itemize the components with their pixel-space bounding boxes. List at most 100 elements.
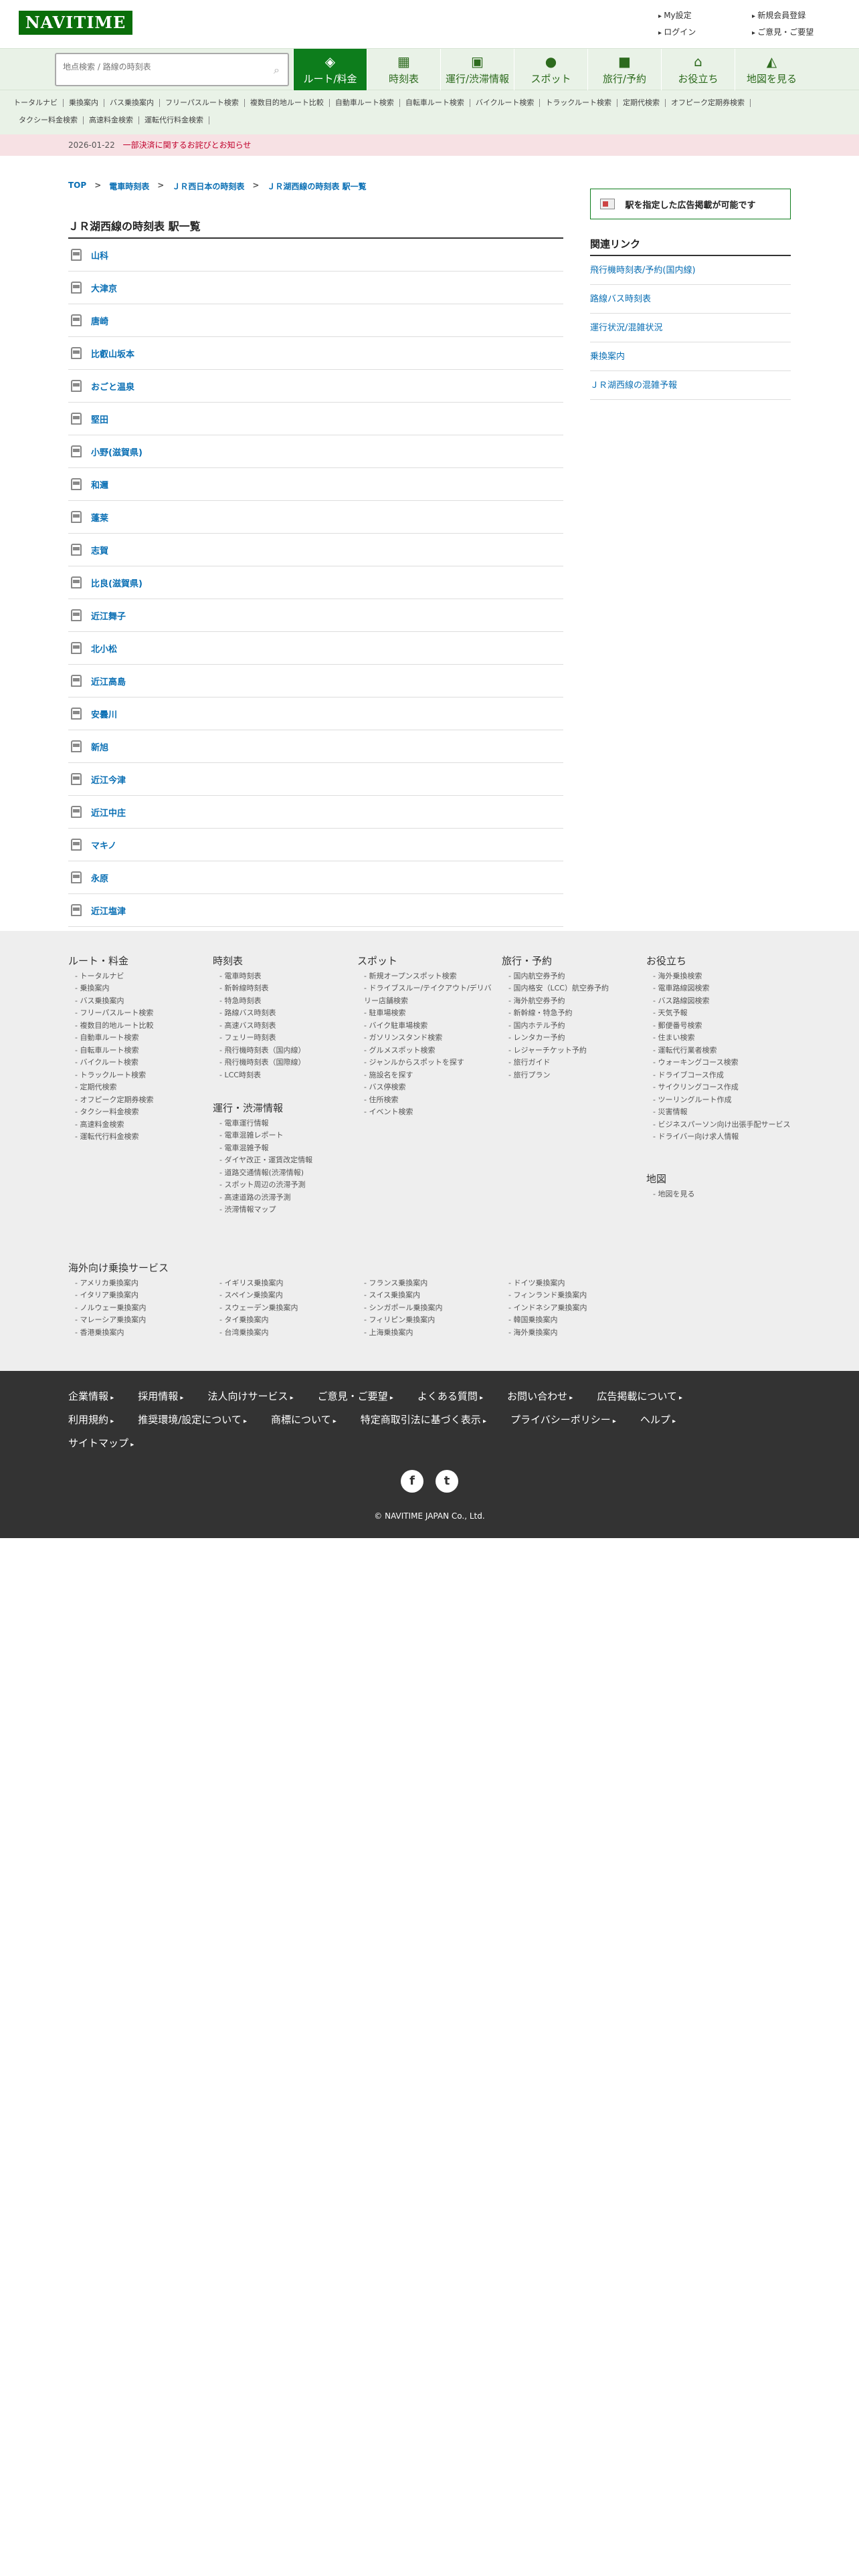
subnav-item[interactable]: バス乗換案内 (104, 99, 160, 107)
footer-link[interactable]: 天気予報 (646, 1007, 793, 1020)
footer-link[interactable]: 新規オープンスポット検索 (357, 970, 498, 983)
footer-link[interactable]: 香港乗換案内 (68, 1327, 213, 1339)
footer-link[interactable]: フェリー時刻表 (213, 1032, 353, 1045)
footer-link[interactable]: バス路線図検索 (646, 995, 793, 1008)
footer-link[interactable]: イギリス乗換案内 (213, 1277, 357, 1290)
footer-link[interactable]: シンガポール乗換案内 (357, 1302, 502, 1315)
feedback-link[interactable]: ご意見・ご要望 (752, 26, 832, 37)
footer-link[interactable]: 定期代検索 (68, 1081, 209, 1094)
breadcrumb-jrwest[interactable]: ＪＲ西日本の時刻表 (172, 181, 244, 192)
station-name[interactable]: 蓬莱 (91, 511, 108, 524)
footer-link[interactable]: レンタカー予約 (502, 1032, 642, 1045)
station-row[interactable]: 永原 (68, 861, 563, 894)
footer-link[interactable]: タクシー料金検索 (68, 1106, 209, 1119)
station-name[interactable]: 近江今津 (91, 773, 126, 786)
footer-link[interactable]: アメリカ乗換案内 (68, 1277, 213, 1290)
footer-nav-link[interactable]: ヘルプ (640, 1409, 676, 1432)
station-row[interactable]: 小野(滋賀県) (68, 435, 563, 468)
station-row[interactable]: 志賀 (68, 534, 563, 566)
footer-link[interactable]: 災害情報 (646, 1106, 793, 1119)
footer-nav-link[interactable]: 企業情報 (68, 1386, 114, 1409)
station-row[interactable]: 大津京 (68, 272, 563, 304)
station-row[interactable]: 北小松 (68, 632, 563, 665)
notice-link[interactable]: 一部決済に関するお詫びとお知らせ (123, 140, 252, 150)
footer-link[interactable]: 国内ホテル予約 (502, 1020, 642, 1033)
footer-link[interactable]: スポット周辺の渋滞予測 (213, 1179, 353, 1192)
footer-link[interactable]: 海外航空券予約 (502, 995, 642, 1008)
subnav-item[interactable]: 自転車ルート検索 (400, 99, 470, 107)
footer-link[interactable]: スペイン乗換案内 (213, 1289, 357, 1302)
footer-link[interactable]: マレーシア乗換案内 (68, 1314, 213, 1327)
footer-link[interactable]: ガソリンスタンド検索 (357, 1032, 498, 1045)
footer-nav-link[interactable]: お問い合わせ (507, 1386, 573, 1409)
breadcrumb-current[interactable]: ＪＲ湖西線の時刻表 駅一覧 (267, 181, 366, 192)
search-icon[interactable]: ⌕ (274, 64, 280, 77)
subnav-item[interactable]: 運転代行料金検索 (139, 116, 209, 124)
station-name[interactable]: 安曇川 (91, 708, 117, 720)
footer-link[interactable]: イベント検索 (357, 1106, 498, 1119)
footer-link[interactable]: 海外乗換案内 (502, 1327, 646, 1339)
footer-link[interactable]: トータルナビ (68, 970, 209, 983)
footer-link[interactable]: 電車路線図検索 (646, 982, 793, 995)
footer-link[interactable]: スイス乗換案内 (357, 1289, 502, 1302)
footer-link[interactable]: インドネシア乗換案内 (502, 1302, 646, 1315)
footer-link[interactable]: 国内航空券予約 (502, 970, 642, 983)
station-name[interactable]: 永原 (91, 871, 108, 884)
footer-link[interactable]: 自転車ルート検索 (68, 1045, 209, 1057)
subnav-item[interactable]: 高速料金検索 (84, 116, 139, 124)
breadcrumb-train[interactable]: 電車時刻表 (109, 181, 149, 192)
footer-link[interactable]: バイク駐車場検索 (357, 1020, 498, 1033)
tab-timetable[interactable]: ▦ 時刻表 (367, 49, 440, 90)
footer-link[interactable]: 高速バス時刻表 (213, 1020, 353, 1033)
footer-link[interactable]: 新幹線・特急予約 (502, 1007, 642, 1020)
station-row[interactable]: 近江中庄 (68, 796, 563, 829)
my-settings-link[interactable]: My設定 (658, 9, 752, 21)
station-row[interactable]: 堅田 (68, 403, 563, 435)
footer-link[interactable]: 海外乗換検索 (646, 970, 793, 983)
footer-nav-link[interactable]: 広告掲載について (597, 1386, 682, 1409)
subnav-item[interactable]: 定期代検索 (617, 99, 666, 107)
footer-link[interactable]: 飛行機時刻表（国内線） (213, 1045, 353, 1057)
footer-link[interactable]: 飛行機時刻表（国際線） (213, 1057, 353, 1069)
station-name[interactable]: おごと温泉 (91, 380, 134, 393)
station-name[interactable]: 堅田 (91, 413, 108, 425)
tab-operation[interactable]: ▣ 運行/渋滞情報 (440, 49, 514, 90)
station-name[interactable]: 近江高島 (91, 675, 126, 687)
footer-link[interactable]: フランス乗換案内 (357, 1277, 502, 1290)
footer-link[interactable]: 新幹線時刻表 (213, 982, 353, 995)
footer-link[interactable]: ドライブコース作成 (646, 1069, 793, 1082)
station-row[interactable]: 唐崎 (68, 304, 563, 337)
footer-link[interactable]: ノルウェー乗換案内 (68, 1302, 213, 1315)
station-row[interactable]: 和邇 (68, 468, 563, 501)
footer-nav-link[interactable]: 商標について (271, 1409, 337, 1432)
footer-link[interactable]: バス停検索 (357, 1081, 498, 1094)
station-name[interactable]: 山科 (91, 249, 108, 261)
station-name[interactable]: 大津京 (91, 282, 117, 294)
footer-link[interactable]: イタリア乗換案内 (68, 1289, 213, 1302)
footer-link[interactable]: フィンランド乗換案内 (502, 1289, 646, 1302)
footer-link[interactable]: 旅行プラン (502, 1069, 642, 1082)
ad-placement-button[interactable]: 駅を指定した広告掲載が可能です (590, 189, 791, 219)
station-row[interactable]: 比叡山坂本 (68, 337, 563, 370)
footer-link[interactable]: ドイツ乗換案内 (502, 1277, 646, 1290)
footer-link[interactable]: ダイヤ改正・運賃改定情報 (213, 1154, 353, 1167)
station-name[interactable]: 北小松 (91, 642, 117, 655)
login-link[interactable]: ログイン (658, 26, 752, 37)
footer-link[interactable]: フリーパスルート検索 (68, 1007, 209, 1020)
footer-nav-link[interactable]: 特定商取引法に基づく表示 (361, 1409, 486, 1432)
tab-useful[interactable]: ⌂ お役立ち (661, 49, 735, 90)
station-row[interactable]: おごと温泉 (68, 370, 563, 403)
footer-link[interactable]: ビジネスパーソン向け出張手配サービス (646, 1119, 793, 1132)
footer-link[interactable]: 運転代行料金検索 (68, 1131, 209, 1144)
footer-link[interactable]: 韓国乗換案内 (502, 1314, 646, 1327)
footer-link[interactable]: 電車時刻表 (213, 970, 353, 983)
related-link[interactable]: 乗換案内 (590, 342, 791, 371)
footer-nav-link[interactable]: サイトマップ (68, 1432, 134, 1456)
station-name[interactable]: 唐崎 (91, 314, 108, 327)
footer-link[interactable]: グルメスポット検索 (357, 1045, 498, 1057)
station-row[interactable]: 近江塩津 (68, 894, 563, 927)
footer-link[interactable]: 乗換案内 (68, 982, 209, 995)
footer-link[interactable]: 国内格安（LCC）航空券予約 (502, 982, 642, 995)
footer-link[interactable]: バス乗換案内 (68, 995, 209, 1008)
footer-link[interactable]: 路線バス時刻表 (213, 1007, 353, 1020)
